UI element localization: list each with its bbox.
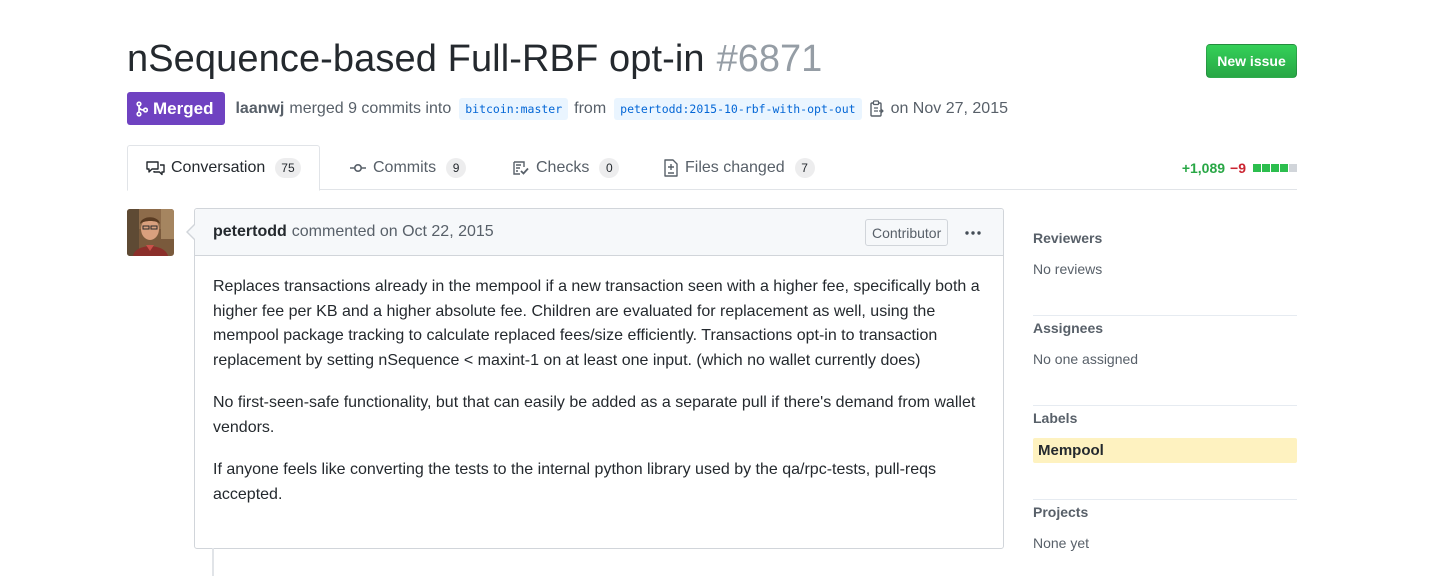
tab-checks-count: 0: [599, 157, 620, 178]
merger-author-link[interactable]: laanwj: [235, 100, 284, 118]
sidebar-assignees-title[interactable]: Assignees: [1033, 320, 1103, 336]
base-branch[interactable]: bitcoin:master: [459, 97, 569, 120]
diffstat-blocks: [1252, 164, 1297, 172]
merged-state-badge: Merged: [127, 92, 226, 125]
tab-checks-label: Checks: [536, 158, 590, 176]
sidebar-projects-title[interactable]: Projects: [1033, 504, 1088, 520]
tab-commits-label: Commits: [373, 158, 437, 176]
tab-checks[interactable]: Checks 0: [512, 145, 620, 190]
contributor-badge: Contributor: [865, 219, 949, 246]
comment-date[interactable]: commented on Oct 22, 2015: [292, 223, 494, 241]
comment-paragraph: If anyone feels like converting the test…: [213, 461, 937, 503]
merge-action-text: merged 9 commits into: [289, 99, 452, 117]
tab-commits[interactable]: Commits 9: [349, 145, 467, 190]
file-diff-icon: [664, 158, 678, 177]
diffstat[interactable]: +1,089 −9: [1182, 160, 1297, 176]
diffstat-block-added: [1262, 164, 1270, 172]
diffstat-block-added: [1271, 164, 1279, 172]
avatar[interactable]: [127, 209, 174, 256]
pr-title-row: nSequence-based Full-RBF opt-in #6871: [127, 38, 822, 90]
diffstat-block-neutral: [1289, 164, 1297, 172]
comment-body: Replaces transactions already in the mem…: [195, 256, 1003, 507]
tab-conversation-count: 75: [275, 158, 301, 178]
sidebar-assignees-value: No one assigned: [1033, 351, 1139, 367]
sidebar-labels-title[interactable]: Labels: [1033, 410, 1077, 426]
clipboard-copy-icon[interactable]: [869, 100, 885, 117]
sidebar-projects-value: None yet: [1033, 535, 1090, 551]
sidebar: Reviewers No reviews Assignees No one as…: [1033, 226, 1297, 576]
comment-paragraph: No first-seen-safe functionality, but th…: [213, 394, 976, 436]
comment-paragraph: Replaces transactions already in the mem…: [213, 278, 980, 369]
pr-title: nSequence-based Full-RBF opt-in: [127, 38, 705, 80]
checklist-icon: [513, 160, 529, 175]
diffstat-block-added: [1280, 164, 1288, 172]
sidebar-reviewers: Reviewers No reviews: [1033, 226, 1297, 316]
git-merge-icon: [136, 100, 148, 117]
tab-commits-count: 9: [446, 157, 467, 178]
sidebar-projects: Projects None yet: [1033, 500, 1297, 576]
tab-conversation[interactable]: Conversation 75: [127, 145, 320, 191]
comment-discussion-icon: [146, 161, 165, 176]
git-commit-icon: [350, 163, 366, 172]
merge-date: on Nov 27, 2015: [890, 99, 1008, 117]
pr-number: #6871: [716, 38, 823, 80]
sidebar-assignees: Assignees No one assigned: [1033, 316, 1297, 406]
kebab-menu-icon[interactable]: [963, 219, 983, 246]
diffstat-deletions: −9: [1230, 160, 1246, 176]
tab-files-changed[interactable]: Files changed 7: [663, 145, 815, 190]
tab-files-changed-label: Files changed: [685, 158, 785, 176]
pr-meta: Merged laanwj merged 9 commits into bitc…: [127, 92, 1008, 125]
tab-files-changed-count: 7: [794, 157, 815, 178]
head-branch[interactable]: petertodd:2015-10-rbf-with-opt-out: [614, 97, 862, 120]
diffstat-additions: +1,089: [1181, 160, 1226, 176]
label-mempool[interactable]: Mempool: [1033, 438, 1297, 463]
tab-conversation-label: Conversation: [171, 159, 266, 176]
timeline-line: [212, 548, 214, 576]
comment-header: petertodd commented on Oct 22, 2015 Cont…: [195, 209, 1003, 256]
comment-box: petertodd commented on Oct 22, 2015 Cont…: [186, 208, 1004, 549]
new-issue-button[interactable]: New issue: [1206, 44, 1297, 78]
pr-tabs: Conversation 75 Commits 9 Checks 0 Files…: [127, 145, 1297, 191]
sidebar-reviewers-value: No reviews: [1033, 261, 1103, 277]
comment-author[interactable]: petertodd: [213, 223, 287, 241]
diffstat-block-added: [1253, 164, 1261, 172]
sidebar-reviewers-title[interactable]: Reviewers: [1033, 230, 1102, 246]
from-text: from: [574, 99, 607, 117]
state-label: Merged: [153, 98, 214, 118]
